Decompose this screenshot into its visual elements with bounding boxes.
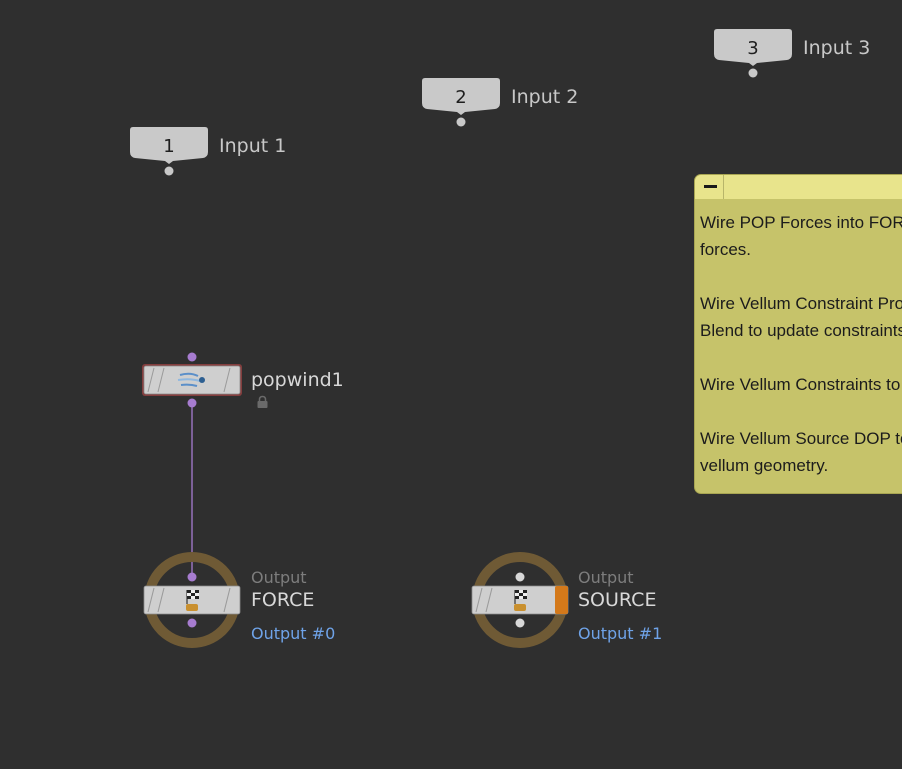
- output-index-label: Output #1: [578, 624, 663, 643]
- input-number: 3: [747, 38, 759, 59]
- input-label: Input 1: [219, 135, 287, 157]
- output-connector[interactable]: [748, 68, 758, 78]
- node-type: Output: [251, 568, 307, 587]
- subnet-input-1[interactable]: 1 Input 1: [129, 127, 286, 176]
- sticky-note-titlebar[interactable]: [695, 175, 902, 199]
- node-name: SOURCE: [578, 589, 657, 611]
- subnet-input-2[interactable]: 2 Input 2: [421, 78, 578, 127]
- output-connector[interactable]: [164, 166, 174, 176]
- subnet-input-3[interactable]: 3 Input 3: [713, 29, 870, 78]
- node-name: FORCE: [251, 589, 315, 611]
- output-connector[interactable]: [456, 117, 466, 127]
- output-connector[interactable]: [187, 618, 197, 628]
- popwind-node[interactable]: [140, 350, 246, 412]
- collapse-icon[interactable]: [697, 175, 724, 199]
- lock-icon[interactable]: [256, 395, 270, 409]
- input-connector[interactable]: [515, 572, 525, 582]
- input-label: Input 2: [511, 86, 579, 108]
- force-output-node[interactable]: [140, 550, 246, 652]
- output-connector[interactable]: [187, 398, 197, 408]
- source-output-node[interactable]: [468, 550, 574, 652]
- input-connector[interactable]: [187, 572, 197, 582]
- input-number: 2: [455, 87, 467, 108]
- output-index-label: Output #0: [251, 624, 336, 643]
- output-connector[interactable]: [515, 618, 525, 628]
- input-number: 1: [163, 136, 175, 157]
- sticky-note-text[interactable]: Wire POP Forces into FORCE to apply forc…: [700, 209, 902, 479]
- display-flag[interactable]: [555, 586, 568, 614]
- input-connector[interactable]: [187, 352, 197, 362]
- node-name: popwind1: [251, 369, 344, 391]
- sticky-note[interactable]: Wire POP Forces into FORCE to apply forc…: [694, 174, 902, 494]
- node-type: Output: [578, 568, 634, 587]
- input-label: Input 3: [803, 37, 871, 59]
